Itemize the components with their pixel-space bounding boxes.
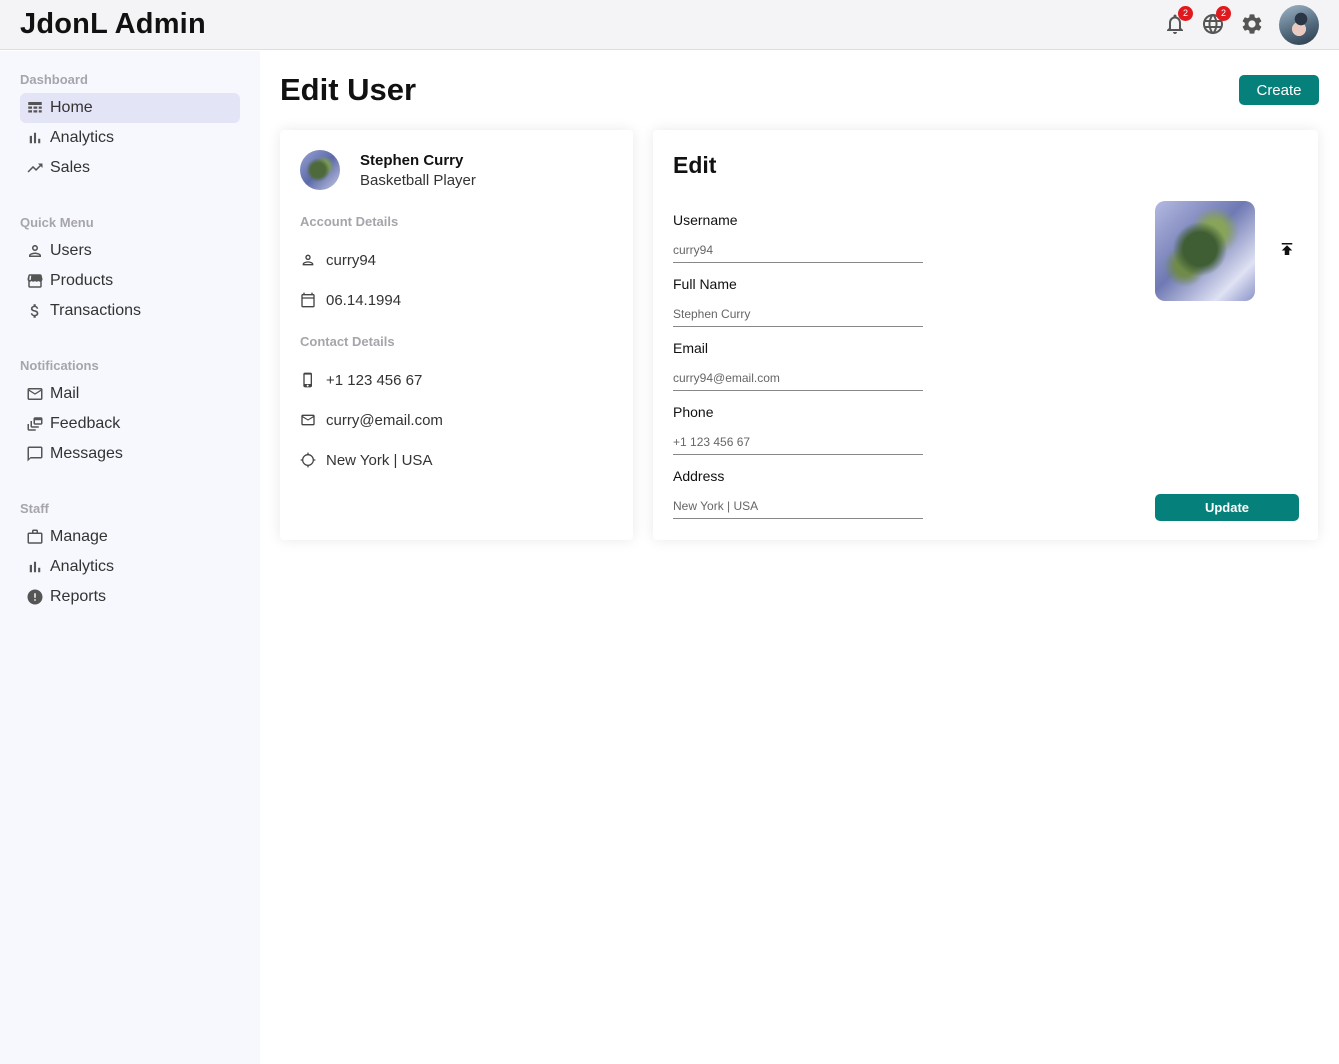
username-label: Username xyxy=(673,212,738,228)
phone-label: Phone xyxy=(673,404,714,420)
sidebar-item-staff-analytics[interactable]: Analytics xyxy=(20,552,240,582)
edit-title: Edit xyxy=(673,152,717,178)
phone-input[interactable] xyxy=(673,429,923,455)
location-searching-icon xyxy=(300,452,316,468)
sidebar-section-title: Notifications xyxy=(20,358,99,373)
sidebar-item-reports[interactable]: Reports xyxy=(20,582,240,612)
sidebar-item-analytics[interactable]: Analytics xyxy=(20,123,240,153)
mail-icon xyxy=(26,385,44,403)
user-username-row: curry94 xyxy=(300,250,376,270)
user-edit-card: Edit Username Full Name Email Phone Addr… xyxy=(653,130,1318,540)
report-icon xyxy=(26,588,44,606)
sidebar-item-products[interactable]: Products xyxy=(20,266,240,296)
user-birthday: 06.14.1994 xyxy=(326,291,402,309)
address-label: Address xyxy=(673,468,725,484)
user-birthday-row: 06.14.1994 xyxy=(300,290,401,310)
phone-icon xyxy=(300,372,316,388)
language-badge: 2 xyxy=(1216,6,1231,21)
gear-icon xyxy=(1240,12,1264,36)
user-upload-image xyxy=(1155,201,1255,301)
user-email-row: curry@email.com xyxy=(300,410,443,430)
email-label: Email xyxy=(673,340,709,356)
sidebar-item-transactions[interactable]: Transactions xyxy=(20,296,240,326)
user-phone-row: +1 123 456 67 xyxy=(300,370,422,390)
sidebar-section-title: Staff xyxy=(20,501,49,516)
language-button[interactable]: 2 xyxy=(1201,6,1231,36)
app-logo[interactable]: JdonL Admin xyxy=(20,8,206,41)
sidebar-item-label: Sales xyxy=(50,159,91,176)
username-input[interactable] xyxy=(673,237,923,263)
settings-button[interactable] xyxy=(1240,12,1264,36)
contact-details-title: Contact Details xyxy=(300,334,395,349)
user-address: New York | USA xyxy=(326,451,433,469)
sidebar-section-title: Dashboard xyxy=(20,72,88,87)
sidebar-item-messages[interactable]: Messages xyxy=(20,439,240,469)
user-email: curry@email.com xyxy=(326,411,443,429)
bar-chart-icon xyxy=(26,129,44,147)
notifications-badge: 2 xyxy=(1178,6,1193,21)
storefront-icon xyxy=(26,272,44,290)
trending-up-icon xyxy=(26,159,44,177)
user-username: curry94 xyxy=(326,251,377,269)
create-button[interactable]: Create xyxy=(1239,75,1319,105)
mail-icon xyxy=(300,412,316,428)
user-avatar xyxy=(300,150,340,190)
user-name: Stephen Curry xyxy=(360,152,464,169)
sidebar-item-label: Products xyxy=(50,272,114,289)
user-icon xyxy=(300,252,316,268)
sidebar-item-label: Feedback xyxy=(50,415,121,432)
sidebar-item-label: Reports xyxy=(50,588,107,605)
topbar: JdonL Admin 2 2 xyxy=(0,0,1339,50)
user-address-row: New York | USA xyxy=(300,450,432,470)
update-button[interactable]: Update xyxy=(1155,494,1299,521)
sidebar-item-home[interactable]: Home xyxy=(20,93,240,123)
address-input[interactable] xyxy=(673,493,923,519)
work-icon xyxy=(26,528,44,546)
publish-icon[interactable] xyxy=(1278,240,1296,258)
full-name-label: Full Name xyxy=(673,276,737,292)
profile-avatar[interactable] xyxy=(1279,5,1319,45)
sidebar: Dashboard Home Analytics Sales Quick Men… xyxy=(0,51,260,1064)
account-details-title: Account Details xyxy=(300,214,399,229)
user-phone: +1 123 456 67 xyxy=(326,371,423,389)
sidebar-item-sales[interactable]: Sales xyxy=(20,153,240,183)
notifications-button[interactable]: 2 xyxy=(1163,6,1193,36)
sidebar-item-label: Mail xyxy=(50,385,80,402)
sidebar-item-users[interactable]: Users xyxy=(20,236,240,266)
user-job-title: Basketball Player xyxy=(360,172,476,189)
sidebar-item-label: Analytics xyxy=(50,129,115,146)
full-name-input[interactable] xyxy=(673,301,923,327)
user-show-card: Stephen Curry Basketball Player Account … xyxy=(280,130,633,540)
sidebar-item-label: Home xyxy=(50,99,93,116)
dashboard-icon xyxy=(26,99,44,117)
sidebar-item-manage[interactable]: Manage xyxy=(20,522,240,552)
sidebar-item-mail[interactable]: Mail xyxy=(20,379,240,409)
email-input[interactable] xyxy=(673,365,923,391)
calendar-icon xyxy=(300,292,316,308)
bar-chart-icon xyxy=(26,558,44,576)
sidebar-item-label: Manage xyxy=(50,528,108,545)
chat-bubble-icon xyxy=(26,445,44,463)
sidebar-item-label: Analytics xyxy=(50,558,115,575)
sidebar-item-feedback[interactable]: Feedback xyxy=(20,409,240,439)
sidebar-section-title: Quick Menu xyxy=(20,215,94,230)
page-title: Edit User xyxy=(280,72,417,107)
sidebar-item-label: Users xyxy=(50,242,92,259)
dynamic-feed-icon xyxy=(26,415,44,433)
user-icon xyxy=(26,242,44,260)
sidebar-item-label: Messages xyxy=(50,445,123,462)
sidebar-item-label: Transactions xyxy=(50,302,141,319)
dollar-icon xyxy=(26,302,44,320)
